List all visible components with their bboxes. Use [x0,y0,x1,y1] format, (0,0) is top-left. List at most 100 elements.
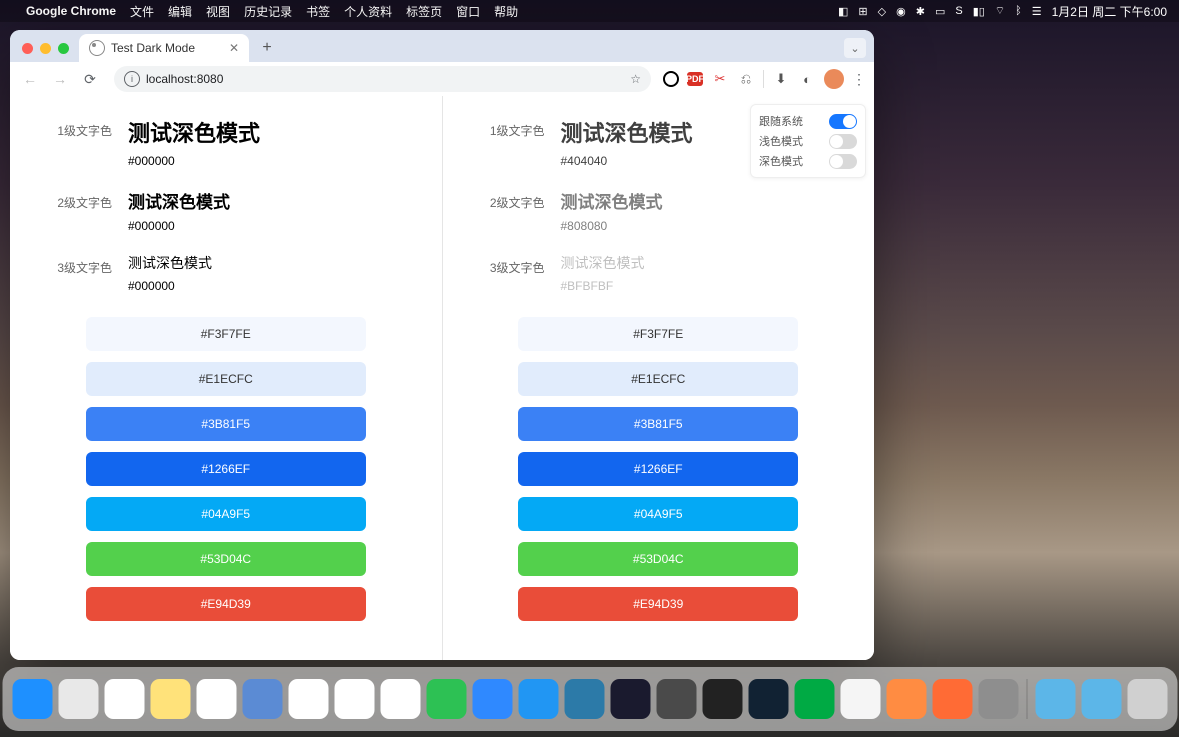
bookmark-star-icon[interactable]: ☆ [630,72,641,86]
dark-mode-label: 深色模式 [759,153,803,169]
color-swatch: #E94D39 [518,587,798,621]
dock-folder1-icon[interactable] [1035,679,1075,719]
site-info-icon[interactable]: i [124,71,140,87]
dock-messages-icon[interactable] [472,679,512,719]
zoom-window-button[interactable] [58,43,69,54]
chrome-menu-button[interactable]: ⋮ [852,71,866,88]
dock-warp-icon[interactable] [794,679,834,719]
menu-history[interactable]: 历史记录 [244,3,292,20]
dock-trash-icon[interactable] [1127,679,1167,719]
hex-1: #000000 [128,154,412,168]
tab-title: Test Dark Mode [111,41,195,55]
menubar-wifi-icon[interactable]: ⌔ [995,4,1005,18]
swatch-list-right: #F3F7FE#E1ECFC#3B81F5#1266EF#04A9F5#53D0… [473,317,845,621]
text-level-1-label: 1级文字色 [40,116,112,139]
menubar-bluetooth-icon[interactable]: ᛒ [1015,5,1022,17]
right-pane: 跟随系统 浅色模式 深色模式 1级文字色 测试深色模式 #404040 [443,96,875,660]
back-button[interactable]: ← [18,67,42,91]
tab-close-icon[interactable]: ✕ [229,41,239,55]
menu-help[interactable]: 帮助 [494,3,518,20]
menubar-icon[interactable]: ◧ [838,5,848,18]
text-level-2-label: 2级文字色 [40,188,112,211]
menu-view[interactable]: 视图 [206,3,230,20]
follow-system-toggle[interactable] [829,114,857,129]
color-swatch: #F3F7FE [86,317,366,351]
extension-icon[interactable] [663,71,679,87]
color-swatch: #3B81F5 [86,407,366,441]
chrome-toolbar: ← → ⟳ i localhost:8080 ☆ PDF ✂ ⎌ ⬇ ◐ ⋮ [10,62,874,97]
dock-wechat-icon[interactable] [426,679,466,719]
reload-button[interactable]: ⟳ [78,67,102,91]
dock-preview-icon[interactable] [242,679,282,719]
dock-chrome-icon[interactable] [288,679,328,719]
address-bar[interactable]: i localhost:8080 ☆ [114,66,651,92]
extensions-bar: PDF ✂ ⎌ ⬇ ◐ ⋮ [663,69,866,89]
dock-affinity-icon[interactable] [610,679,650,719]
menu-bookmarks[interactable]: 书签 [306,3,330,20]
dock-safari-icon[interactable] [380,679,420,719]
color-swatch: #3B81F5 [518,407,798,441]
macos-menubar: Google Chrome 文件 编辑 视图 历史记录 书签 个人资料 标签页 … [0,0,1179,22]
text-level-1-label: 1级文字色 [473,116,545,139]
hex-2: #808080 [561,219,845,233]
dock-vscode2-icon[interactable] [564,679,604,719]
color-swatch: #E1ECFC [86,362,366,396]
hex-3: #BFBFBF [561,279,845,293]
hex-2: #000000 [128,219,412,233]
menubar-app-name[interactable]: Google Chrome [26,4,116,18]
dock-reminders-icon[interactable] [104,679,144,719]
extension-icon[interactable]: PDF [687,72,703,86]
follow-system-label: 跟随系统 [759,113,803,129]
new-tab-button[interactable]: + [255,36,279,60]
menubar-icon[interactable]: ◉ [896,5,906,18]
dock-finder-icon[interactable] [12,679,52,719]
menubar-icon[interactable]: ◇ [878,5,886,18]
window-controls [22,43,69,54]
dock-vscode-icon[interactable] [518,679,558,719]
dock-kettle-icon[interactable] [840,679,880,719]
browser-tab[interactable]: Test Dark Mode ✕ [79,34,249,62]
color-swatch: #1266EF [86,452,366,486]
color-swatch: #53D04C [86,542,366,576]
forward-button[interactable]: → [48,67,72,91]
menubar-icon[interactable]: ✱ [916,5,925,18]
dock-launchpad-icon[interactable] [58,679,98,719]
menu-file[interactable]: 文件 [130,3,154,20]
menubar-icon[interactable]: ▭ [935,5,945,18]
menubar-icon[interactable]: S [955,5,962,17]
dock-edge-icon[interactable] [334,679,374,719]
menu-profile[interactable]: 个人资料 [344,3,392,20]
extension-scissors-icon[interactable]: ✂ [711,70,729,88]
url-text: localhost:8080 [146,72,223,86]
close-window-button[interactable] [22,43,33,54]
menu-tabs[interactable]: 标签页 [406,3,442,20]
tab-overflow-button[interactable]: ⌄ [844,38,866,58]
dock-sublime-icon[interactable] [656,679,696,719]
sample-text-3: 测试深色模式 [128,253,412,273]
menubar-battery-icon[interactable]: ▮▯ [973,5,985,18]
profile-avatar[interactable] [824,69,844,89]
dock-calendar-icon[interactable] [196,679,236,719]
menubar-control-icon[interactable]: ☰ [1032,5,1042,18]
menu-edit[interactable]: 编辑 [168,3,192,20]
menu-window[interactable]: 窗口 [456,3,480,20]
dock-terminal-icon[interactable] [702,679,742,719]
dock-notes-icon[interactable] [150,679,190,719]
dock-postman-icon[interactable] [886,679,926,719]
light-mode-toggle[interactable] [829,134,857,149]
extension-icon[interactable]: ⎌ [737,70,755,88]
dock-iterm-icon[interactable] [748,679,788,719]
swatch-list-left: #F3F7FE#E1ECFC#3B81F5#1266EF#04A9F5#53D0… [40,317,412,621]
sample-text-2: 测试深色模式 [128,188,412,213]
dock-swift-icon[interactable] [932,679,972,719]
color-swatch: #1266EF [518,452,798,486]
text-level-3-label: 3级文字色 [40,253,112,276]
menubar-clock[interactable]: 1月2日 周二 下午6:00 [1052,3,1167,20]
dock-folder2-icon[interactable] [1081,679,1121,719]
dock-settings-icon[interactable] [978,679,1018,719]
dark-mode-toggle[interactable] [829,154,857,169]
minimize-window-button[interactable] [40,43,51,54]
extension-halftone-icon[interactable]: ◐ [798,70,816,88]
menubar-icon[interactable]: ⊞ [858,5,867,18]
download-icon[interactable]: ⬇ [772,70,790,88]
